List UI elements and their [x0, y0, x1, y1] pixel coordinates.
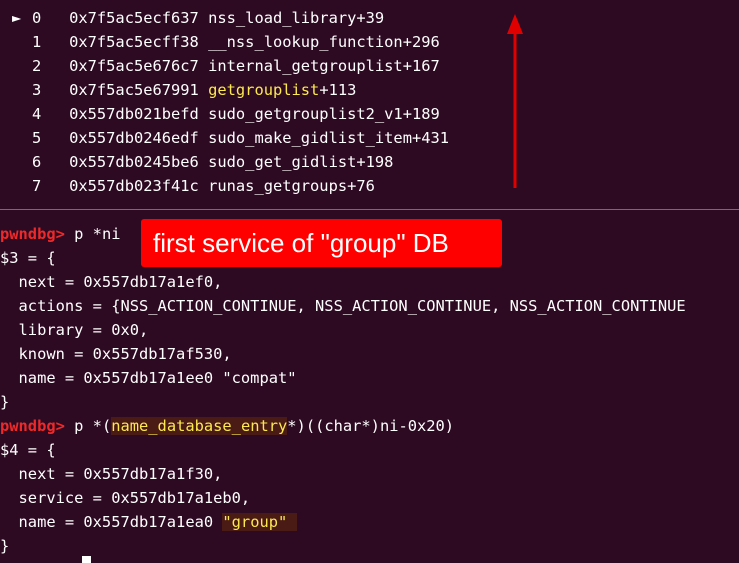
struct-field: service = 0x557db17a1eb0, [0, 489, 251, 507]
backtrace-frame-4: 4 0x557db021befd sudo_getgrouplist2_v1+1… [12, 102, 440, 126]
struct-field: actions = {NSS_ACTION_CONTINUE, NSS_ACTI… [0, 297, 686, 315]
backtrace-frame-1: 1 0x7f5ac5ecff38 __nss_lookup_function+2… [12, 30, 440, 54]
backtrace-frame-3: 3 0x7f5ac5e67991 getgrouplist+113 [12, 78, 356, 102]
command-line-2[interactable]: pwndbg> p *(name_database_entry*)((char*… [0, 414, 454, 438]
frame-offset: +113 [319, 81, 357, 99]
frame-function-highlighted: getgrouplist [208, 81, 320, 99]
struct-field: next = 0x557db17a1f30, [0, 465, 223, 483]
frame-function: __nss_lookup_function [208, 33, 403, 51]
frame-address: 0x7f5ac5e67991 [69, 81, 199, 99]
command-text: p *( [64, 417, 112, 435]
command-line-1[interactable]: pwndbg> p *ni [0, 222, 120, 246]
prompt: pwndbg> [0, 225, 65, 243]
struct-field: next = 0x557db17a1ef0, [0, 273, 223, 291]
frame-offset: +431 [411, 129, 450, 147]
frame-offset: +198 [356, 153, 394, 171]
struct-field: known = 0x557db17af530, [0, 345, 232, 363]
frame-address: 0x7f5ac5ecf637 [69, 9, 199, 27]
frame-function: internal_getgrouplist [208, 57, 403, 75]
frame-index: 5 [32, 129, 42, 147]
frame-address: 0x557db0245be6 [69, 153, 199, 171]
frame-index: 2 [32, 57, 42, 75]
backtrace-frame-6: 6 0x557db0245be6 sudo_get_gidlist+198 [12, 150, 393, 174]
terminal-window[interactable]: ► 0 0x7f5ac5ecf637 nss_load_library+39 1 … [0, 0, 739, 563]
result-header: $3 = { [0, 249, 56, 267]
highlighted-value: "group" [222, 513, 297, 531]
struct-field: library = 0x0, [0, 321, 149, 339]
frame-address: 0x557db023f41c [69, 177, 199, 195]
frame-address: 0x557db0246edf [69, 129, 199, 147]
frame-address: 0x557db021befd [69, 105, 199, 123]
up-arrow-icon [507, 14, 523, 188]
struct-close: } [0, 537, 10, 555]
frame-offset: +167 [402, 57, 440, 75]
frame-index: 4 [32, 105, 42, 123]
command-text: p *ni [64, 225, 121, 243]
command-text: *)((char*)ni-0x20) [287, 417, 455, 435]
section-divider [0, 209, 739, 210]
frame-function: runas_getgroups [208, 177, 348, 195]
terminal-cursor[interactable] [82, 556, 91, 563]
struct-field: name = 0x557db17a1ee0 "compat" [0, 369, 297, 387]
frame-index: 1 [32, 33, 42, 51]
struct-field: name = 0x557db17a1ea0 "group" [0, 510, 297, 534]
current-frame-marker: ► [12, 9, 22, 27]
backtrace-frame-2: 2 0x7f5ac5e676c7 internal_getgrouplist+1… [12, 54, 440, 78]
highlighted-type: name_database_entry [111, 417, 288, 435]
frame-offset: +189 [402, 105, 440, 123]
frame-offset: +76 [347, 177, 375, 195]
frame-index: 0 [32, 9, 42, 27]
frame-function: sudo_getgrouplist2_v1 [208, 105, 403, 123]
frame-offset: +296 [402, 33, 440, 51]
frame-function: nss_load_library [208, 9, 357, 27]
annotation-callout: first service of "group" DB [141, 219, 502, 267]
field-name: name = 0x557db17a1ea0 [0, 513, 223, 531]
struct-close: } [0, 393, 10, 411]
backtrace-frame-7: 7 0x557db023f41c runas_getgroups+76 [12, 174, 375, 198]
frame-address: 0x7f5ac5ecff38 [69, 33, 199, 51]
frame-index: 7 [32, 177, 42, 195]
frame-offset: +39 [356, 9, 385, 27]
frame-function: sudo_get_gidlist [208, 153, 357, 171]
backtrace-frame-0: ► 0 0x7f5ac5ecf637 nss_load_library+39 [12, 6, 384, 30]
prompt: pwndbg> [0, 417, 65, 435]
frame-index: 6 [32, 153, 42, 171]
backtrace-frame-5: 5 0x557db0246edf sudo_make_gidlist_item+… [12, 126, 449, 150]
frame-function: sudo_make_gidlist_item [208, 129, 412, 147]
result-header: $4 = { [0, 441, 56, 459]
frame-index: 3 [32, 81, 42, 99]
arrow-head [507, 14, 523, 34]
frame-address: 0x7f5ac5e676c7 [69, 57, 199, 75]
